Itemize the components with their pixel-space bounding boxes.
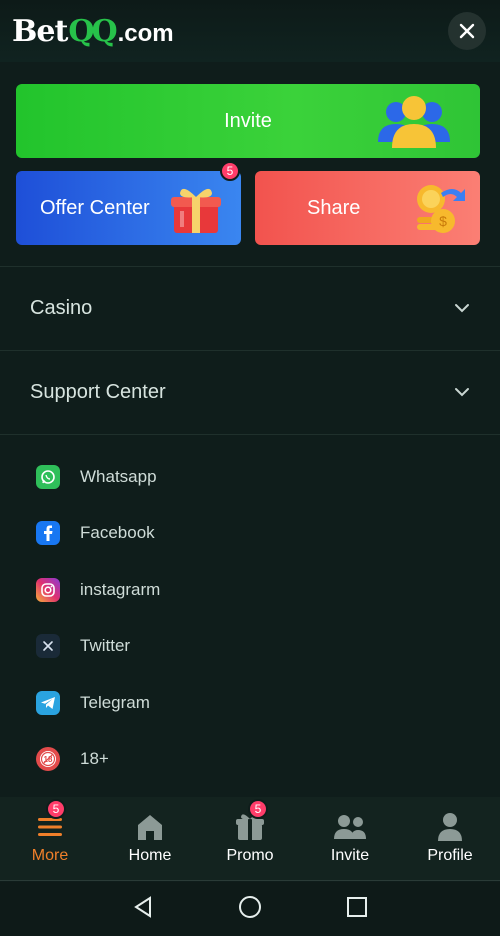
invite-card-label: Invite [224,109,272,132]
gift-box-icon [171,188,221,233]
social-item-telegram[interactable]: Telegram [36,690,150,716]
age-18-icon: 18 [36,747,60,771]
social-label: instagrarm [80,580,161,599]
social-item-18-plus[interactable]: 18 18+ [36,746,109,772]
home-icon [135,811,165,843]
system-home-button[interactable] [238,895,262,924]
offer-center-card[interactable]: Offer Center 5 [16,161,241,245]
close-button[interactable] [448,12,486,50]
back-triangle-icon [134,895,151,918]
users-icon [333,811,367,843]
support-center-accordion[interactable]: Support Center [0,350,500,434]
nav-home[interactable]: Home [100,797,200,881]
bottom-navigation: More 5 Home Promo 5 Invite Profile [0,797,500,881]
chevron-down-icon [455,388,469,397]
logo-qq: QQ [68,13,117,49]
social-label: Whatsapp [80,467,157,486]
svg-text:$: $ [439,213,447,229]
system-recents-button[interactable] [346,896,368,923]
nav-profile[interactable]: Profile [400,797,500,881]
nav-promo-label: Promo [226,847,274,864]
social-item-instagram[interactable]: instagrarm [36,577,160,603]
share-label: Share [307,196,361,219]
social-label: Facebook [80,523,155,542]
top-bar: Bet QQ .com [0,0,500,62]
instagram-icon [36,578,60,602]
social-label: 18+ [80,749,109,768]
offer-center-badge: 5 [220,161,240,181]
share-card[interactable]: Share $ [255,171,480,245]
system-back-button[interactable] [132,895,154,924]
divider [0,434,500,435]
facebook-icon [36,521,60,545]
invite-card[interactable]: Invite [16,84,480,158]
telegram-icon [36,691,60,715]
nav-more-label: More [31,847,69,864]
twitter-x-icon [36,634,60,658]
nav-more[interactable]: More 5 [0,797,100,881]
home-circle-icon [239,895,261,918]
whatsapp-icon [36,465,60,489]
users-icon [378,96,450,148]
logo-com: .com [117,19,174,47]
close-icon [459,23,475,39]
nav-promo-badge: 5 [248,799,268,819]
support-center-label: Support Center [30,380,166,403]
nav-home-label: Home [128,847,172,864]
system-navigation-bar [0,882,500,936]
nav-invite[interactable]: Invite [300,797,400,881]
betqq-logo[interactable]: Bet QQ .com [12,14,174,49]
nav-profile-label: Profile [427,847,473,864]
profile-icon [436,811,464,843]
coins-share-icon: $ [417,185,465,233]
offer-center-label: Offer Center [40,196,150,219]
nav-more-badge: 5 [46,799,66,819]
social-label: Twitter [80,636,131,655]
svg-text:18: 18 [44,755,53,764]
logo-bet: Bet [12,13,68,49]
chevron-down-icon [455,304,469,313]
casino-label: Casino [30,296,93,319]
social-label: Telegram [80,693,150,712]
casino-accordion[interactable]: Casino [0,266,500,350]
social-item-facebook[interactable]: Facebook [36,520,155,546]
recents-square-icon [347,896,367,917]
nav-promo[interactable]: Promo 5 [200,797,300,881]
nav-invite-label: Invite [330,847,370,864]
social-item-twitter[interactable]: Twitter [36,633,130,659]
social-item-whatsapp[interactable]: Whatsapp [36,464,157,490]
